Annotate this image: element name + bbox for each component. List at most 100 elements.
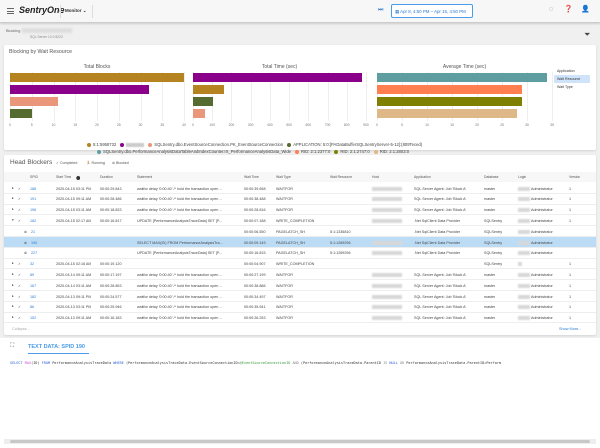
server-version: SQL Server 12.0.5223 <box>30 35 63 39</box>
cell-version: 1 <box>569 316 572 321</box>
bar[interactable] <box>377 97 522 106</box>
table-row[interactable]: ⊛ 227 UPDATE [PerformanceAnalysisTraceData… <box>4 248 596 259</box>
filter-icon[interactable]: ⏷ <box>584 30 590 40</box>
column-header-wait-type[interactable]: Wait Type <box>276 175 291 179</box>
cell-statement: waitfor delay '0:00:40' /* hold the tran… <box>137 186 223 191</box>
cell-spid[interactable]: 86 <box>30 305 34 309</box>
cell-spid[interactable]: 182 <box>30 219 36 223</box>
legend-item[interactable]: RID: 2:1:2377:0 <box>295 149 330 154</box>
cell-version: 1 <box>569 208 572 213</box>
legend-item[interactable]: RID: 2:1:2803:0 <box>373 149 409 154</box>
group-by-wait-resource[interactable]: Wait Resource <box>554 75 590 83</box>
bar[interactable] <box>377 109 517 118</box>
user-icon[interactable]: 👤 <box>581 6 590 14</box>
cell-spid[interactable]: 167 <box>30 284 36 288</box>
cell-spid[interactable]: 227 <box>31 251 37 255</box>
completed-check-icon: ✓ <box>18 316 22 321</box>
cell-spid[interactable]: 190 <box>31 241 37 245</box>
tick-label: 600 <box>305 123 312 127</box>
table-row[interactable]: ▾ ✓ 182 2020-04-15 02:17 AM 00:00:16.817 UPDA… <box>4 215 596 227</box>
date-range-label: Apr 8, 4:50 PM – Apr 15, 4:50 PM <box>400 9 466 14</box>
table-row[interactable]: ▸ ✓ 152 2020-04-13 09:11 AM 00:00:16.183 wait… <box>4 313 596 324</box>
bar[interactable] <box>193 97 213 106</box>
group-by-application[interactable]: Application <box>554 67 590 75</box>
group-by-wait-type[interactable]: Wait Type <box>554 83 590 91</box>
cell-spid[interactable]: 196 <box>30 208 36 212</box>
cell-start: 2020-04-15 03:11 PM <box>56 186 92 191</box>
cell-spid[interactable]: 32 <box>30 262 34 266</box>
bar[interactable] <box>10 97 58 106</box>
scrollbar-thumb[interactable] <box>10 440 590 443</box>
monitor-menu[interactable]: Monitor ⌄ <box>65 8 87 14</box>
bar[interactable] <box>377 85 522 94</box>
legend-item[interactable]: SQLSentry.dbo.PerformanceAnalysisDataTab… <box>97 149 291 154</box>
table-row[interactable]: ⊛ 190 SELECT MAX(ID) FROM PerformanceAnaly… <box>4 237 596 248</box>
expand-toggle-icon[interactable]: ▸ <box>12 186 14 190</box>
collapse-link[interactable]: Collapse... <box>12 327 30 331</box>
table-row[interactable]: ▸ ✓ 188 2020-04-15 03:11 PM 00:00:29.843 wait… <box>4 183 596 194</box>
cell-duration: 00:00:17.197 <box>100 272 122 277</box>
expand-toggle-icon[interactable]: ▸ <box>12 207 14 211</box>
expand-toggle-icon[interactable]: ▸ <box>12 294 14 298</box>
bar[interactable] <box>10 85 150 94</box>
table-row[interactable]: ▸ ✓ 167 2020-04-14 03:11 AM 00:00:28.853 wait… <box>4 280 596 291</box>
table-row[interactable]: ⊛ 21 00:00:06.550 PAGELATCH_SH 5:1:1336810 .N… <box>4 226 596 237</box>
tab-text-data[interactable]: TEXT DATA: SPID 190 <box>28 344 89 354</box>
cell-spid[interactable]: 21 <box>31 230 35 234</box>
completed-check-icon: ✓ <box>18 283 22 288</box>
column-header-spid[interactable]: SPID <box>30 175 38 179</box>
table-row[interactable]: ▸ ✓ 32 2020-04-15 02:16 AM 00:00:19.120 00:00… <box>4 259 596 270</box>
cell-spid[interactable]: 152 <box>30 316 36 320</box>
expand-toggle-icon[interactable]: ▸ <box>12 315 14 319</box>
expand-toggle-icon[interactable]: ▸ <box>12 261 14 265</box>
cell-spid[interactable]: 191 <box>30 197 36 201</box>
expand-icon[interactable]: ⛶ <box>10 343 14 350</box>
host-redacted <box>372 251 402 256</box>
column-header-statement[interactable]: Statement <box>137 175 152 179</box>
table-row[interactable]: ▸ ✓ 89 2020-04-14 09:11 AM 00:00:17.197 waitf… <box>4 269 596 281</box>
bar[interactable] <box>377 73 547 82</box>
head-blockers-card: Head Blockers ✓ Completed 🏃 Running ⊛ Bl… <box>4 155 596 335</box>
chart-title: Total Time (sec) <box>261 64 298 70</box>
column-header-start[interactable]: Start Time <box>56 175 71 179</box>
column-header-login[interactable]: Login <box>518 175 526 179</box>
table-row[interactable]: ▸ ✓ 86 2020-04-13 03:11 PM 00:00:25.946 waitf… <box>4 302 596 313</box>
cell-spid[interactable]: 182 <box>30 295 36 299</box>
cell-spid[interactable]: 188 <box>30 187 36 191</box>
column-header-version[interactable]: Version <box>569 175 580 179</box>
column-header-application[interactable]: Application <box>414 175 431 179</box>
cell-login: Administrator <box>531 316 553 321</box>
table-row[interactable]: ▸ ✓ 191 2020-04-15 09:11 AM 00:00:28.486 wait… <box>4 194 596 205</box>
expand-toggle-icon[interactable]: ▸ <box>12 196 14 200</box>
cell-wait-type: WRITE_COMPLETION <box>276 262 315 267</box>
expand-toggle-icon[interactable]: ▸ <box>12 304 14 308</box>
column-header-wait-time[interactable]: Wait Time <box>244 175 259 179</box>
column-header-host[interactable]: Host <box>372 175 379 179</box>
sort-icon[interactable]: ⬤ <box>76 175 80 180</box>
legend-item[interactable]: RID: 2:1:2747:0 <box>334 149 370 154</box>
bar[interactable] <box>10 109 32 118</box>
skip-to-end-icon[interactable]: ⏭ <box>378 7 383 14</box>
horizontal-scrollbar[interactable] <box>4 439 596 444</box>
column-header-duration[interactable]: Duration <box>100 175 113 179</box>
hamburger-icon[interactable] <box>7 8 14 14</box>
help-icon[interactable]: ❓ <box>564 6 573 14</box>
history-icon[interactable]: ◌ <box>547 6 555 14</box>
table-row[interactable]: ▸ ✓ 182 2020-04-13 09:11 PM 00:00:24.577 wait… <box>4 291 596 302</box>
bar[interactable] <box>193 85 225 94</box>
column-header-wait-resource[interactable]: Wait Resource <box>330 175 352 179</box>
completed-check-icon: ✓ <box>18 294 22 299</box>
column-header-database[interactable]: Database <box>484 175 499 179</box>
bar[interactable] <box>10 73 184 82</box>
date-range-button[interactable]: ▦ Apr 8, 4:50 PM – Apr 15, 4:50 PM <box>391 4 473 18</box>
bar[interactable] <box>193 73 363 82</box>
expand-toggle-icon[interactable]: ▸ <box>12 272 14 276</box>
cell-application: .Net SqlClient Data Provider <box>414 229 461 234</box>
expand-toggle-icon[interactable]: ▾ <box>12 218 14 222</box>
table-row[interactable]: ▸ ✓ 196 2020-04-15 03:11 AM 00:00:18.833 wait… <box>4 205 596 216</box>
cell-login: Administrator <box>531 283 553 288</box>
bar[interactable] <box>193 109 205 118</box>
show-more-link[interactable]: Show More... <box>559 327 581 331</box>
cell-spid[interactable]: 89 <box>30 273 34 277</box>
expand-toggle-icon[interactable]: ▸ <box>12 283 14 287</box>
